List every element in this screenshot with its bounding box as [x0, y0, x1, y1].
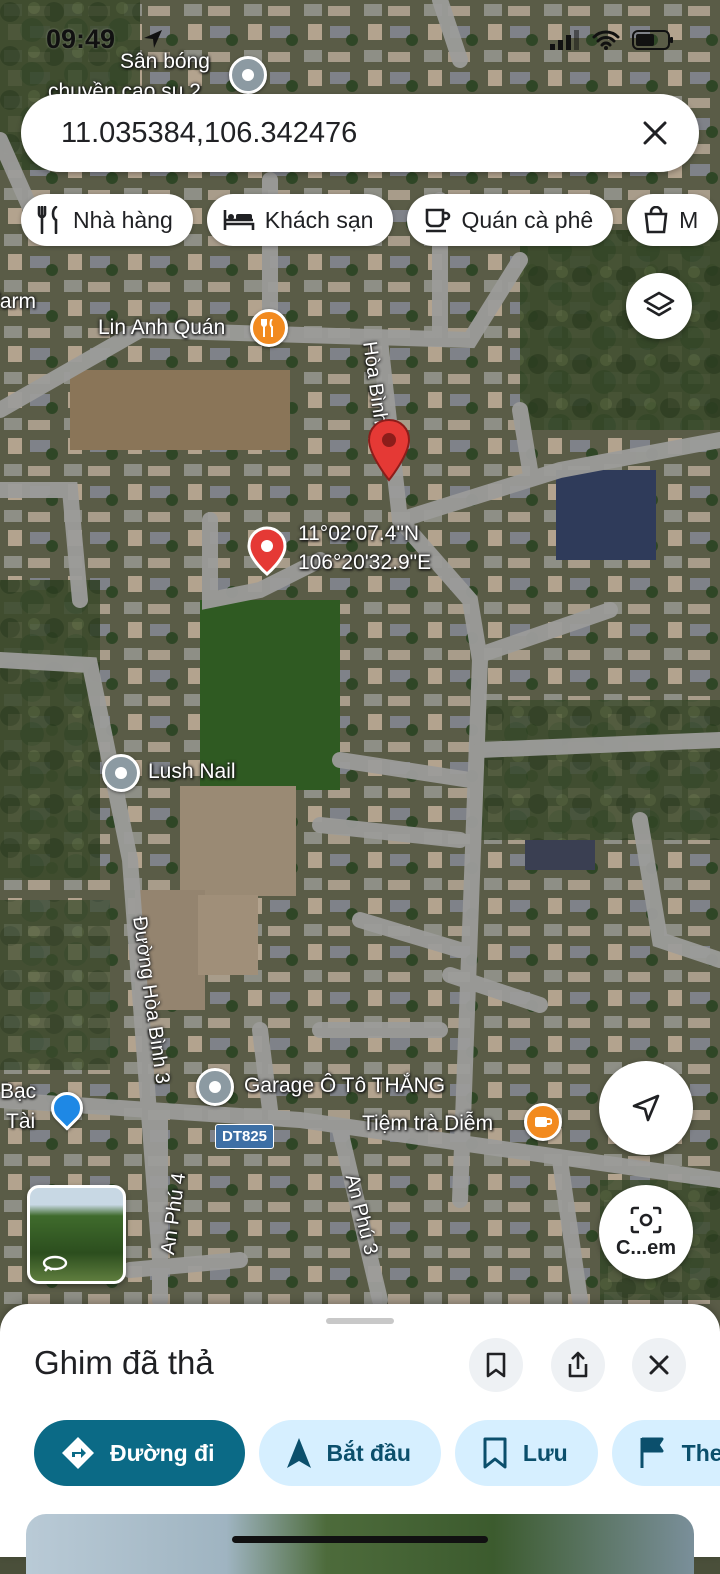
poi-label-lush-nail[interactable]: Lush Nail	[148, 760, 236, 784]
start-label: Bắt đầu	[326, 1439, 411, 1466]
chip-cafes-label: Quán cà phê	[461, 206, 594, 233]
coffee-poi-icon[interactable]	[524, 1103, 562, 1141]
restaurant-icon	[37, 206, 58, 234]
bookmark-icon	[483, 1437, 507, 1469]
poi-label-tai[interactable]: Tài	[6, 1110, 35, 1134]
sheet-drag-handle[interactable]	[326, 1318, 394, 1324]
close-icon	[643, 121, 667, 145]
poi-label-lin-anh-quan[interactable]: Lin Anh Quán	[98, 316, 225, 340]
camera-search-icon	[630, 1206, 662, 1233]
action-buttons: Đường đi Bắt đầu Lưu The	[34, 1420, 720, 1486]
cellular-signal-icon	[550, 30, 579, 50]
close-sheet-button[interactable]	[632, 1338, 686, 1392]
wifi-icon	[592, 30, 620, 50]
sheet-title: Ghim đã thả	[34, 1344, 214, 1381]
battery-icon	[632, 30, 673, 50]
label-button[interactable]: The	[611, 1420, 720, 1486]
search-bar[interactable]: 11.035384,106.342476	[21, 94, 699, 172]
start-button[interactable]: Bắt đầu	[258, 1420, 441, 1486]
poi-marker-san-bong[interactable]	[229, 56, 267, 94]
poi-label-san-bong-line1[interactable]: Sân bóng	[120, 50, 210, 74]
coordinate-pin-icon[interactable]	[246, 526, 288, 576]
poi-label-farm[interactable]: farm	[0, 290, 36, 314]
poi-marker-lush-nail[interactable]	[102, 754, 140, 792]
hotel-icon	[223, 210, 255, 230]
place-bottom-sheet[interactable]: Ghim đã thả Đường đi Bắt đầu Lưu The	[0, 1304, 720, 1574]
place-photo[interactable]	[26, 1514, 694, 1574]
route-shield-dt825: DT825	[215, 1124, 275, 1149]
map-layers-button[interactable]	[626, 273, 692, 339]
directions-button[interactable]: Đường đi	[34, 1420, 245, 1486]
status-time: 09:49	[46, 24, 116, 54]
share-icon	[568, 1351, 588, 1378]
restaurant-poi-icon[interactable]	[250, 309, 288, 347]
poi-label-garage[interactable]: Garage Ô Tô THẮNG	[244, 1074, 445, 1098]
coordinate-label-lng: 106°20'32.9"E	[298, 551, 432, 574]
chip-cafes[interactable]: Quán cà phê	[407, 194, 614, 246]
chip-restaurants-label: Nhà hàng	[73, 206, 173, 233]
save-place-button[interactable]	[469, 1338, 523, 1392]
rotate-360-icon	[42, 1255, 68, 1272]
my-location-button[interactable]	[599, 1061, 693, 1155]
navigation-arrow-icon	[286, 1438, 311, 1468]
flag-icon	[640, 1437, 664, 1468]
save-label: Lưu	[522, 1439, 568, 1466]
chip-hotels-label: Khách sạn	[264, 206, 374, 233]
label-label: The	[681, 1439, 720, 1466]
save-button[interactable]: Lưu	[454, 1420, 598, 1486]
share-button[interactable]	[551, 1338, 605, 1392]
chip-shopping-label: M	[679, 206, 699, 233]
coffee-icon	[426, 208, 451, 233]
location-arrow-icon	[144, 30, 162, 48]
dropped-pin-icon[interactable]	[366, 418, 412, 484]
layers-icon	[643, 291, 675, 317]
coordinate-label-lat: 11°02'07.4"N	[298, 522, 420, 545]
clear-search-button[interactable]	[635, 113, 675, 153]
chip-hotels[interactable]: Khách sạn	[206, 194, 394, 246]
directions-label: Đường đi	[110, 1439, 215, 1466]
chip-restaurants[interactable]: Nhà hàng	[21, 194, 193, 246]
directions-icon	[62, 1437, 94, 1469]
close-icon	[649, 1355, 669, 1375]
category-chips: Nhà hàng Khách sạn Quán cà phê M	[21, 194, 719, 246]
home-indicator[interactable]	[232, 1536, 488, 1543]
lens-search-label: C...em	[615, 1236, 677, 1259]
chip-shopping[interactable]: M	[627, 194, 719, 246]
bookmark-icon	[486, 1352, 506, 1378]
street-view-thumbnail[interactable]	[27, 1185, 126, 1284]
status-icons	[550, 30, 674, 50]
lens-search-button[interactable]: C...em	[599, 1185, 693, 1279]
poi-label-bac[interactable]: Bạc	[0, 1080, 36, 1104]
shopping-icon	[644, 206, 668, 234]
poi-marker-garage[interactable]	[196, 1068, 234, 1106]
navigation-arrow-icon	[632, 1094, 660, 1122]
search-query[interactable]: 11.035384,106.342476	[61, 117, 635, 150]
poi-label-tiem-tra-diem[interactable]: Tiệm trà Diễm	[362, 1112, 493, 1136]
